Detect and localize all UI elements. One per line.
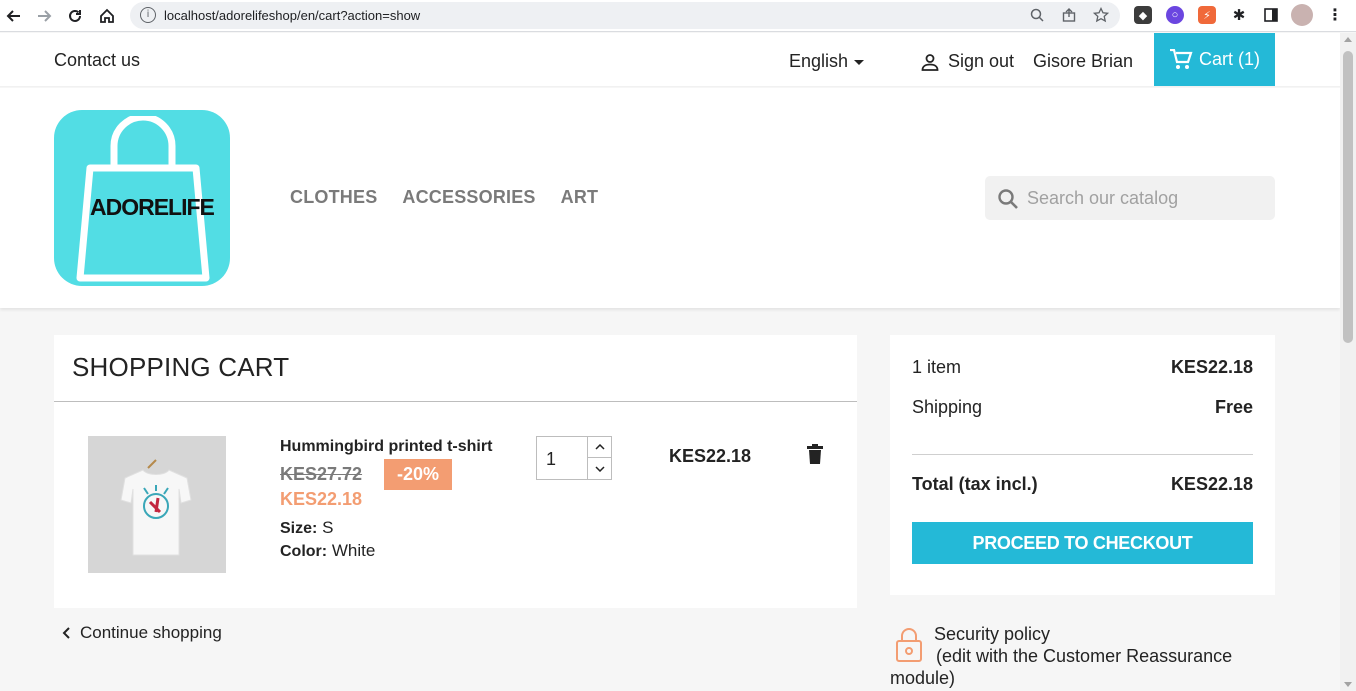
product-price: KES22.18: [280, 489, 363, 509]
cart-button[interactable]: Cart (1): [1154, 33, 1275, 86]
increase-quantity-icon[interactable]: [588, 437, 611, 458]
logo-text: ADORELIFE: [90, 194, 215, 220]
quantity-input[interactable]: 1: [546, 449, 556, 470]
language-selector[interactable]: English: [789, 51, 865, 72]
menu-item-clothes[interactable]: CLOTHES: [290, 187, 377, 208]
cart-label: Cart (1): [1198, 49, 1260, 69]
product-color: Color: White: [280, 541, 375, 561]
scroll-down-icon[interactable]: [1344, 682, 1352, 687]
reassurance-title: Security policy: [934, 624, 1051, 644]
extension-circle-icon[interactable]: ○: [1166, 6, 1184, 24]
delete-icon[interactable]: [807, 444, 823, 469]
sign-out-label: Sign out: [948, 51, 1015, 71]
reassurance-line: module): [890, 668, 956, 688]
zoom-icon[interactable]: [1028, 6, 1046, 24]
reassurance-line: (edit with the Customer Reassurance: [936, 646, 1233, 666]
line-total: KES22.18: [669, 446, 752, 466]
discount-badge: -20%: [384, 459, 452, 490]
color-value: White: [331, 541, 376, 560]
reassurance-text: Security policy (edit with the Customer …: [890, 623, 1275, 689]
site-header: ADORELIFE CLOTHES ACCESSORIES ART: [0, 88, 1340, 308]
product-regular-price: KES27.72: [280, 464, 363, 484]
browser-menu-icon[interactable]: ⋮: [1326, 6, 1344, 24]
share-icon[interactable]: [1060, 6, 1078, 24]
quantity-stepper[interactable]: 1: [536, 436, 612, 480]
home-icon[interactable]: [96, 5, 118, 27]
extension-cube-icon[interactable]: ◆: [1134, 6, 1152, 24]
quantity-buttons: [587, 437, 611, 479]
search-input[interactable]: [1027, 182, 1265, 214]
proceed-to-checkout-button[interactable]: PROCEED TO CHECKOUT: [912, 522, 1253, 564]
shop-logo[interactable]: ADORELIFE: [54, 110, 230, 286]
scroll-up-icon[interactable]: [1344, 37, 1352, 42]
divider: [54, 401, 857, 402]
summary-items-row: 1 item KES22.18: [912, 357, 1253, 378]
search-box: [985, 176, 1275, 220]
extensions-puzzle-icon[interactable]: ✱: [1230, 6, 1248, 24]
shipping-value: Free: [1214, 397, 1253, 417]
caret-down-icon: [854, 60, 865, 65]
divider: [912, 454, 1253, 455]
extension-bolt-icon[interactable]: ⚡: [1198, 6, 1216, 24]
url-text[interactable]: localhost/adorelifeshop/en/cart?action=s…: [164, 8, 420, 23]
size-label: Size:: [280, 520, 318, 537]
contact-us-link[interactable]: Contact us: [54, 50, 140, 71]
decrease-quantity-icon[interactable]: [588, 458, 611, 479]
side-panel-icon[interactable]: [1262, 6, 1280, 24]
top-nav: Contact us English Sign out Gisore Brian…: [0, 33, 1340, 87]
product-size: Size: S: [280, 518, 333, 538]
page-title: SHOPPING CART: [72, 352, 290, 382]
product-image[interactable]: [88, 436, 226, 573]
product-name-link[interactable]: Hummingbird printed t-shirt: [280, 438, 492, 456]
address-bar[interactable]: i localhost/adorelifeshop/en/cart?action…: [130, 2, 1120, 29]
user-icon: [921, 53, 939, 71]
cart-summary: 1 item KES22.18 Shipping Free Total (tax…: [890, 335, 1275, 595]
forward-icon[interactable]: [33, 5, 55, 27]
cart-panel: SHOPPING CART Hummingbird printed t-shir…: [54, 335, 857, 608]
profile-avatar[interactable]: [1291, 4, 1313, 26]
color-label: Color:: [280, 543, 328, 560]
account-username[interactable]: Gisore Brian: [1033, 51, 1133, 72]
shopping-cart-icon: [1169, 48, 1193, 69]
menu-item-accessories[interactable]: ACCESSORIES: [402, 187, 535, 208]
scrollbar-thumb[interactable]: [1343, 51, 1353, 343]
summary-shipping-row: Shipping Free: [912, 397, 1253, 418]
continue-shopping-link[interactable]: Continue shopping: [62, 623, 222, 643]
reload-icon[interactable]: [64, 5, 86, 27]
shipping-label: Shipping: [912, 397, 983, 417]
main-menu: CLOTHES ACCESSORIES ART: [290, 187, 598, 208]
continue-shopping-label: Continue shopping: [80, 623, 222, 642]
back-icon[interactable]: [3, 5, 25, 27]
items-subtotal: KES22.18: [1170, 357, 1253, 377]
browser-toolbar: i localhost/adorelifeshop/en/cart?action…: [0, 0, 1356, 32]
total-value: KES22.18: [1170, 474, 1253, 494]
summary-total-row: Total (tax incl.) KES22.18: [912, 474, 1253, 495]
shop-page: Contact us English Sign out Gisore Brian…: [0, 33, 1340, 691]
size-value: S: [322, 518, 334, 537]
bookmark-star-icon[interactable]: [1092, 6, 1110, 24]
total-label: Total (tax incl.): [912, 474, 1038, 494]
chevron-left-icon: [62, 627, 70, 639]
menu-item-art[interactable]: ART: [561, 187, 599, 208]
page-scrollbar[interactable]: [1340, 33, 1356, 691]
sign-out-link[interactable]: Sign out: [920, 51, 1014, 72]
items-count: 1 item: [912, 357, 962, 377]
site-info-icon[interactable]: i: [140, 7, 156, 23]
search-icon[interactable]: [997, 188, 1019, 210]
language-label: English: [789, 51, 849, 71]
